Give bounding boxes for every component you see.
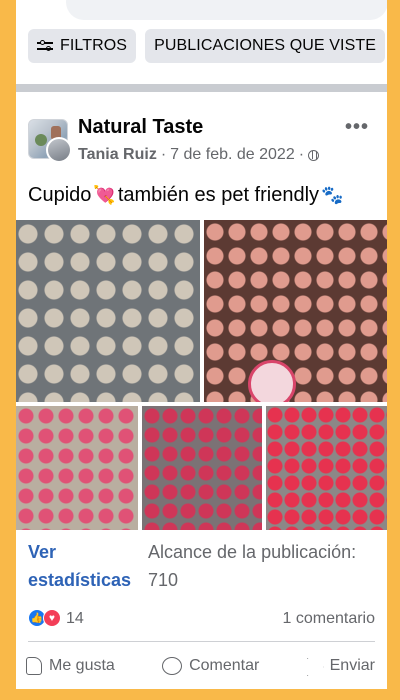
post-actions: Me gusta Comentar Enviar — [16, 652, 387, 680]
send-button[interactable]: Enviar — [307, 652, 375, 680]
comment-button-label: Comentar — [189, 657, 260, 674]
viewed-posts-chip-label: PUBLICACIONES QUE VISTE — [154, 37, 376, 54]
post-author[interactable]: Tania Ruiz — [78, 146, 157, 164]
caption-text-start: Cupido — [28, 184, 92, 206]
page-avatar[interactable] — [28, 119, 72, 163]
filter-chip-row: FILTROS PUBLICACIONES QUE VISTE M — [28, 29, 387, 63]
viewed-posts-chip[interactable]: PUBLICACIONES QUE VISTE — [145, 29, 385, 63]
photo-grid — [16, 220, 387, 530]
facebook-screen: FILTROS PUBLICACIONES QUE VISTE M Natura… — [16, 0, 387, 689]
comment-bubble-icon — [162, 657, 183, 675]
photo-1[interactable] — [16, 220, 200, 402]
more-options-button[interactable]: ••• — [345, 116, 369, 139]
like-button[interactable]: Me gusta — [26, 652, 115, 680]
view-insights-link[interactable]: Ver estadísticas — [28, 538, 138, 594]
post-caption: Cupido 💘 también es pet friendly 🐾 — [28, 184, 343, 207]
photo-5[interactable] — [266, 406, 387, 530]
reaction-count[interactable]: 14 — [66, 610, 84, 628]
comment-count[interactable]: 1 comentario — [283, 610, 376, 628]
post-date[interactable]: 7 de feb. de 2022 — [170, 146, 295, 164]
filters-chip[interactable]: FILTROS — [28, 29, 137, 63]
filters-chip-label: FILTROS — [60, 37, 128, 54]
author-avatar — [46, 137, 72, 163]
filter-sliders-icon — [37, 40, 53, 52]
post-header: Natural Taste Tania Ruiz · 7 de feb. de … — [28, 116, 375, 168]
actions-divider — [28, 641, 375, 642]
like-button-label: Me gusta — [49, 657, 115, 674]
post-reach: Alcance de la publicación: 710 — [148, 542, 357, 590]
photo-3[interactable] — [16, 406, 138, 530]
post-insights: Ver estadísticas Alcance de la publicaci… — [28, 538, 375, 594]
meta-separator: · — [160, 146, 167, 163]
reactions-bar: 👍 ♥ 14 1 comentario — [28, 609, 375, 631]
section-divider — [16, 84, 387, 92]
paw-emoji: 🐾 — [321, 185, 344, 205]
photo-2[interactable] — [204, 220, 387, 402]
send-arrow-icon — [307, 658, 323, 674]
search-bar[interactable] — [66, 0, 387, 20]
reaction-icons[interactable]: 👍 ♥ — [28, 609, 61, 627]
audience-globe-icon — [308, 149, 320, 161]
meta-separator: · — [298, 146, 305, 163]
post-meta: Tania Ruiz · 7 de feb. de 2022 · — [78, 146, 320, 164]
heart-arrow-emoji: 💘 — [93, 185, 116, 205]
send-button-label: Enviar — [329, 657, 375, 674]
caption-text-end: también es pet friendly — [117, 184, 320, 206]
love-reaction-icon: ♥ — [43, 609, 61, 627]
comment-button[interactable]: Comentar — [162, 652, 259, 680]
photo-4[interactable] — [142, 406, 262, 530]
thumbs-up-icon — [26, 657, 42, 675]
page-name[interactable]: Natural Taste — [78, 116, 203, 139]
